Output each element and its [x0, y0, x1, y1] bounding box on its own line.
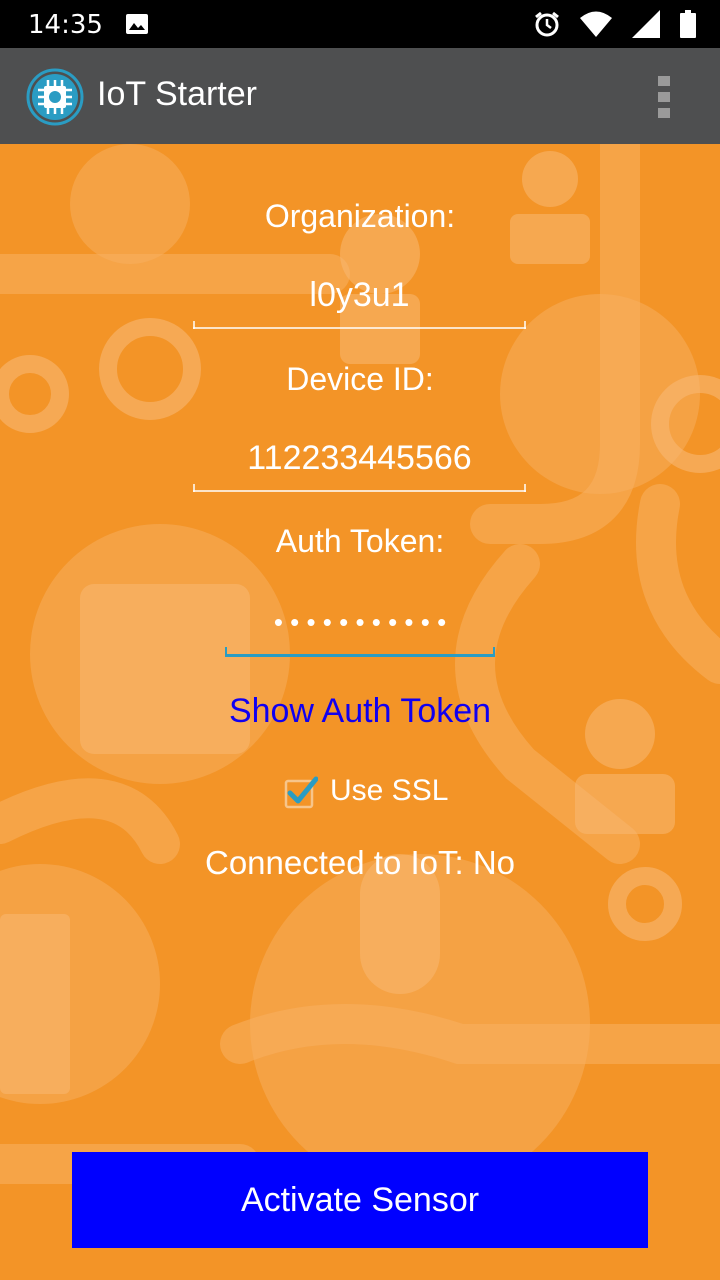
wifi-icon: [580, 11, 612, 37]
use-ssl-checkbox[interactable]: [284, 775, 319, 809]
app-bar: IoT Starter: [0, 48, 720, 144]
use-ssl-row[interactable]: Use SSL: [284, 768, 448, 814]
device-id-field[interactable]: 112233445566: [193, 439, 526, 492]
organization-field[interactable]: l0y3u1: [193, 276, 526, 329]
chip-icon: [26, 68, 84, 126]
auth-token-label: Auth Token:: [275, 523, 445, 559]
organization-label: Organization:: [264, 198, 456, 234]
image-icon: [126, 14, 148, 34]
signal-icon: [632, 10, 660, 38]
auth-token-value: • • • • • • • • • • •: [273, 607, 447, 637]
connection-status: Connected to IoT: No: [204, 844, 516, 881]
device-id-underline: [193, 484, 526, 492]
status-time: 14:35: [28, 10, 103, 40]
device-id-value: 112233445566: [247, 439, 472, 477]
organization-value: l0y3u1: [309, 276, 410, 314]
device-id-label: Device ID:: [286, 361, 434, 397]
activate-sensor-button[interactable]: Activate Sensor: [72, 1152, 648, 1248]
show-auth-token-link[interactable]: Show Auth Token: [0, 692, 720, 731]
auth-token-underline: [225, 647, 495, 657]
use-ssl-label: Use SSL: [330, 774, 449, 807]
status-bar: 14:35: [0, 0, 720, 48]
battery-icon: [680, 10, 696, 38]
more-vert-icon[interactable]: [650, 72, 678, 122]
screen: 14:35 IoT Starter Organization: l0y3u1 D…: [0, 0, 720, 1280]
alarm-icon: [535, 11, 559, 37]
auth-token-field[interactable]: • • • • • • • • • • •: [225, 601, 495, 657]
app-title: IoT Starter: [97, 75, 257, 113]
organization-underline: [193, 321, 526, 329]
check-icon: [284, 776, 319, 809]
